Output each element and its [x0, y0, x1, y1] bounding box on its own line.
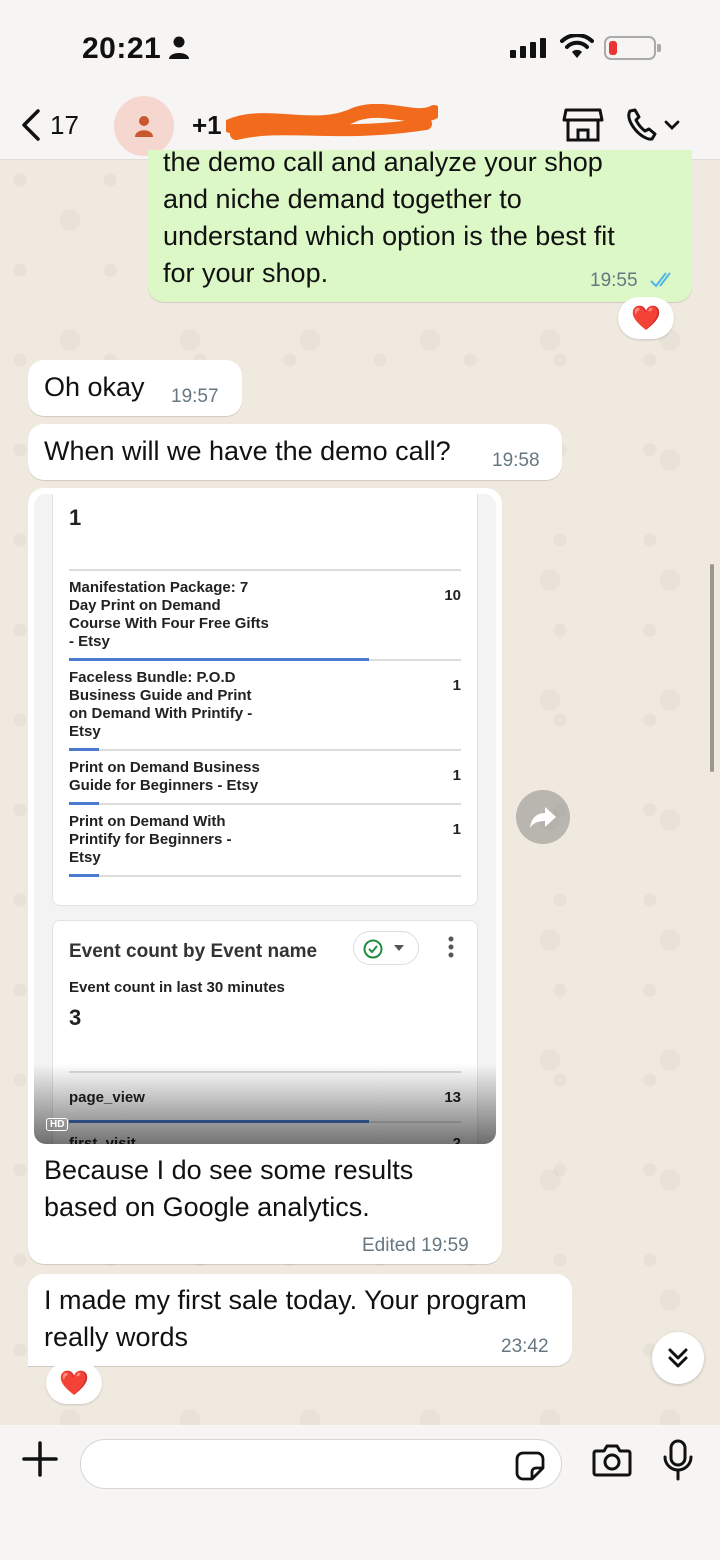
divider	[69, 803, 461, 805]
status-time: 20:21	[82, 32, 162, 65]
row-value: 10	[444, 587, 461, 604]
label-line: Faceless Bundle: P.O.D	[69, 669, 236, 686]
phone-icon[interactable]	[624, 106, 684, 144]
message-time: 19:58	[492, 450, 540, 471]
back-chevron-icon	[22, 109, 40, 141]
redaction-scribble	[226, 104, 438, 140]
divider	[69, 749, 461, 751]
avatar-person-icon	[135, 116, 153, 137]
message-time: Edited 19:59	[362, 1235, 469, 1256]
scroll-down-button[interactable]	[652, 1332, 704, 1384]
composer-bar	[0, 1425, 720, 1560]
label-line: on Demand With Printify -	[69, 705, 253, 722]
message-line: and niche demand together to	[163, 184, 522, 214]
message-line: understand which option is the best fit	[163, 221, 615, 251]
label-line: Course With Four Free Gifts	[69, 615, 269, 632]
label-line: Print on Demand With	[69, 813, 226, 830]
divider	[69, 875, 461, 877]
analytics-screenshot[interactable]: 1 Manifestation Package: 7 Day Print on …	[34, 494, 496, 1144]
row-bar	[69, 802, 99, 805]
event-card-subtitle: Event count in last 30 minutes	[69, 979, 285, 996]
message-input[interactable]	[80, 1439, 562, 1489]
forward-icon	[530, 807, 556, 828]
check-circle-icon	[363, 939, 383, 959]
row-label: Faceless Bundle: P.O.D Business Guide an…	[69, 669, 279, 741]
caption-line: based on Google analytics.	[44, 1192, 370, 1222]
contact-name[interactable]: +1	[192, 110, 222, 141]
hd-badge: HD	[46, 1118, 69, 1131]
unread-count: 17	[50, 109, 79, 140]
store-icon[interactable]	[562, 106, 604, 144]
more-vert-icon[interactable]	[447, 935, 455, 959]
message-time: 19:57	[171, 386, 219, 407]
divider	[69, 569, 461, 571]
incoming-message[interactable]: Oh okay 19:57	[28, 360, 242, 416]
label-line: Guide for Beginners - Etsy	[69, 777, 259, 794]
row-label: Print on Demand With Printify for Beginn…	[69, 813, 279, 867]
plus-icon[interactable]	[20, 1439, 60, 1479]
row-value: 1	[452, 821, 461, 838]
label-line: Print on Demand Business	[69, 759, 260, 776]
scrollbar[interactable]	[710, 564, 714, 772]
sticker-icon[interactable]	[515, 1451, 545, 1481]
row-bar	[69, 874, 99, 877]
read-ticks-icon	[650, 272, 671, 288]
outgoing-message[interactable]: the demo call and analyze your shop and …	[148, 147, 692, 302]
message-time: 19:55	[590, 270, 638, 291]
message-text: Oh okay	[44, 372, 145, 402]
battery-icon	[604, 36, 661, 60]
row-bar	[69, 658, 369, 661]
row-value: 1	[452, 677, 461, 694]
heart-reaction[interactable]: ❤️	[46, 1362, 102, 1404]
signal-icon	[510, 38, 546, 58]
caret-down-icon	[394, 945, 404, 951]
focus-person-icon	[169, 36, 189, 59]
row-label: Manifestation Package: 7 Day Print on De…	[69, 579, 279, 651]
message-line: really words	[44, 1322, 189, 1352]
compare-dropdown[interactable]	[353, 931, 419, 965]
row-label: Print on Demand Business Guide for Begin…	[69, 759, 279, 795]
label-line: Etsy	[69, 849, 101, 866]
label-line: Manifestation Package: 7	[69, 579, 249, 596]
heart-reaction[interactable]: ❤️	[618, 297, 674, 339]
incoming-message[interactable]: When will we have the demo call? 19:58	[28, 424, 562, 480]
image-shade	[34, 1064, 496, 1144]
message-line: I made my first sale today. Your program	[44, 1285, 527, 1315]
status-bar: 20:21	[0, 0, 720, 96]
label-line: Day Print on Demand	[69, 597, 221, 614]
scroll-down-icon	[668, 1348, 688, 1368]
event-count: 3	[69, 1005, 82, 1030]
message-line: the demo call and analyze your shop	[163, 147, 603, 177]
label-line: - Etsy	[69, 633, 110, 650]
top-count: 1	[69, 505, 82, 530]
message-text: I made my first sale today. Your program…	[44, 1282, 564, 1356]
label-line: Printify for Beginners -	[69, 831, 232, 848]
back-button[interactable]: 17	[20, 108, 79, 142]
wifi-icon	[560, 34, 594, 58]
top-pages-card: 1 Manifestation Package: 7 Day Print on …	[52, 494, 478, 906]
label-line: Etsy	[69, 723, 101, 740]
caption-line: Because I do see some results	[44, 1155, 414, 1185]
mic-icon[interactable]	[662, 1439, 694, 1481]
incoming-message[interactable]: I made my first sale today. Your program…	[28, 1274, 572, 1366]
message-time: 23:42	[501, 1336, 549, 1357]
camera-icon[interactable]	[592, 1443, 632, 1477]
row-bar	[69, 748, 99, 751]
event-card-title: Event count by Event name	[69, 941, 318, 962]
label-line: Business Guide and Print	[69, 687, 252, 704]
message-text: When will we have the demo call?	[44, 436, 451, 466]
image-caption: Because I do see some results based on G…	[44, 1152, 484, 1226]
forward-button[interactable]	[516, 790, 570, 844]
row-value: 1	[452, 767, 461, 784]
